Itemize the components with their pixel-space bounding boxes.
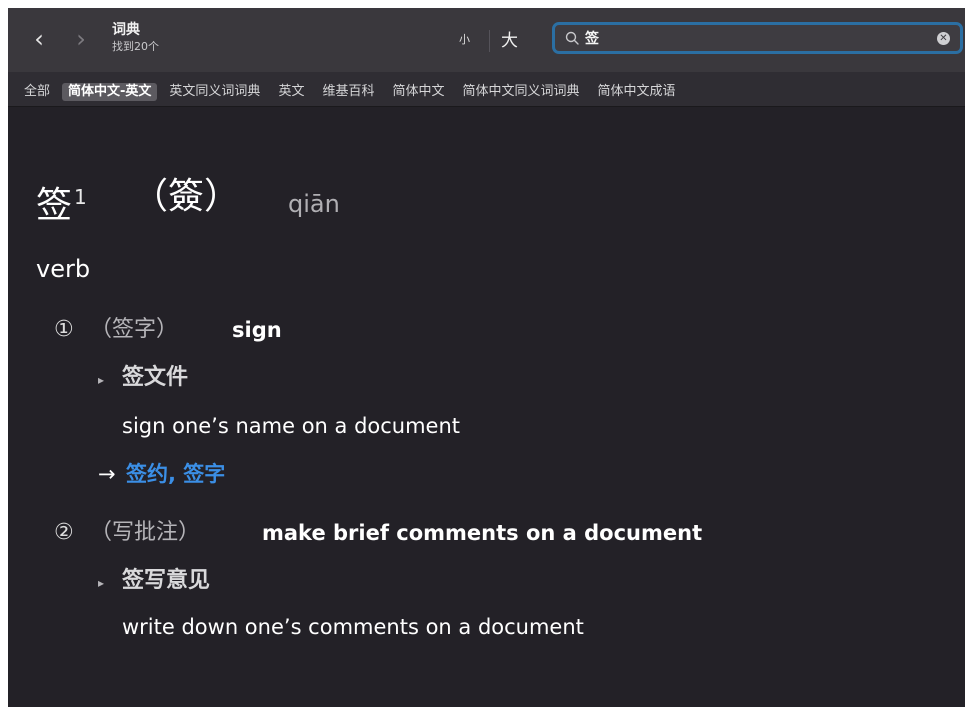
sense-number: ① (54, 317, 74, 342)
tab-6[interactable]: 简体中文同义词词典 (456, 83, 585, 101)
chevron-right-icon: › (76, 25, 86, 53)
tab-2[interactable]: 英文同义词词典 (163, 83, 266, 101)
homograph-number: 1 (74, 185, 87, 209)
sense-gloss: （写批注） (90, 520, 201, 545)
example-english: sign one’s name on a document (122, 414, 461, 438)
entry-content: 签1 （簽） qiān verb ① （签字） sign ▸ 签文件 sign … (8, 107, 965, 707)
dictionary-window: ‹ › 词典 找到20个 小 大 签 ✕ 全部 简体中文-英文 英文同义词词典 英文维… (8, 8, 965, 707)
titlebar: ‹ › 词典 找到20个 小 大 签 ✕ (8, 8, 965, 72)
dictionary-tabbar: 全部 简体中文-英文 英文同义词词典 英文 维基百科 简体中文 简体中文同义词词典 简体中文成… (8, 72, 965, 107)
traditional-variant: （簽） (132, 176, 241, 217)
tab-1[interactable]: 简体中文-英文 (62, 83, 158, 101)
font-smaller-button[interactable]: 小 (459, 31, 470, 47)
forward-button[interactable]: › (70, 26, 92, 52)
headword: 签1 (36, 177, 87, 226)
sense-definition: make brief comments on a document (262, 521, 703, 545)
chevron-left-icon: ‹ (34, 25, 44, 53)
app-title: 词典 (112, 22, 140, 38)
tab-0[interactable]: 全部 (18, 83, 56, 101)
example-chinese: 签写意见 (122, 568, 211, 593)
part-of-speech: verb (36, 255, 91, 283)
sense-number: ② (54, 520, 74, 545)
tab-7[interactable]: 简体中文成语 (592, 83, 682, 101)
back-button[interactable]: ‹ (28, 26, 50, 52)
search-icon (565, 31, 579, 45)
headword-text: 签 (36, 185, 73, 226)
example-chinese: 签文件 (122, 365, 189, 390)
clear-search-icon[interactable]: ✕ (937, 32, 950, 45)
dictionary-tabs: 全部 简体中文-英文 英文同义词词典 英文 维基百科 简体中文 简体中文同义词词典 简体中文成… (18, 80, 688, 101)
pinyin: qiān (288, 190, 340, 218)
font-larger-button[interactable]: 大 (501, 26, 518, 51)
arrow-right-icon: → (98, 462, 116, 486)
example-english: write down one’s comments on a document (122, 615, 584, 639)
tab-3[interactable]: 英文 (272, 83, 310, 101)
example-disclosure-icon[interactable]: ▸ (98, 366, 104, 394)
search-input[interactable]: 签 (585, 30, 599, 48)
sense-gloss: （签字） (90, 317, 179, 342)
result-count: 找到20个 (112, 40, 159, 53)
search-field[interactable]: 签 ✕ (552, 22, 963, 54)
tab-5[interactable]: 简体中文 (386, 83, 450, 101)
divider (489, 30, 490, 52)
example-disclosure-icon[interactable]: ▸ (98, 569, 104, 597)
tab-4[interactable]: 维基百科 (316, 83, 380, 101)
sense-definition: sign (232, 318, 282, 342)
cross-reference-link[interactable]: 签约, 签字 (126, 460, 225, 488)
